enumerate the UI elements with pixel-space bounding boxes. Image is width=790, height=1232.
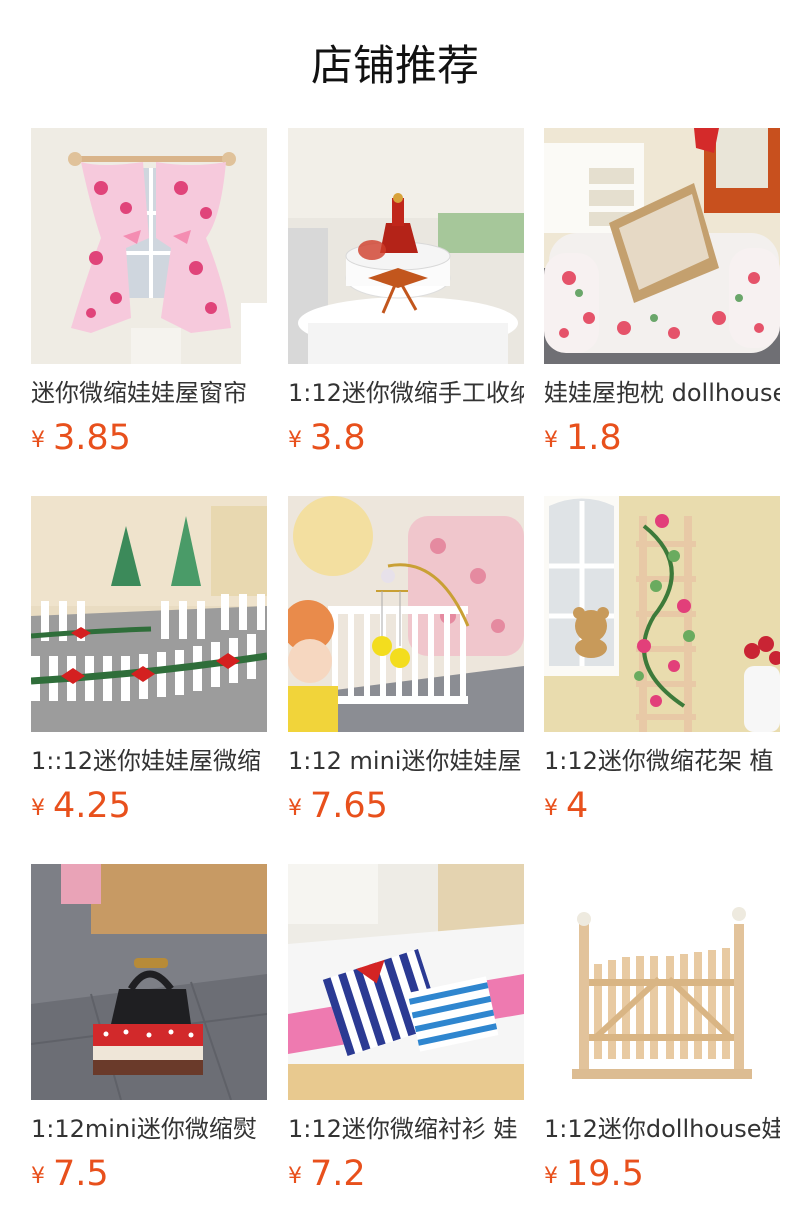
- product-image-sofa-pillow[interactable]: [544, 128, 780, 364]
- product-name[interactable]: 1:12迷你dollhouse娃: [544, 1112, 780, 1146]
- product-name[interactable]: 1:12 mini迷你娃娃屋: [288, 744, 524, 778]
- product-price: ¥3.8: [288, 416, 366, 460]
- product-name[interactable]: 1:12迷你微缩花架 植: [544, 744, 780, 778]
- currency-symbol: ¥: [288, 428, 302, 453]
- product-name[interactable]: 1::12迷你娃娃屋微缩: [31, 744, 267, 778]
- price-amount: 3.85: [53, 418, 131, 458]
- product-image-crib-mobile[interactable]: [288, 496, 524, 732]
- price-amount: 7.65: [310, 786, 388, 826]
- product-card[interactable]: 1:12迷你微缩衬衫 娃 ¥7.2: [288, 864, 524, 1194]
- product-card[interactable]: 1:12 mini迷你娃娃屋 ¥7.65: [288, 496, 524, 826]
- product-card[interactable]: 1:12迷你微缩花架 植 ¥4: [544, 496, 780, 826]
- product-name[interactable]: 娃娃屋抱枕 dollhouse: [544, 376, 780, 410]
- product-card[interactable]: 1:12迷你dollhouse娃 ¥19.5: [544, 864, 780, 1194]
- product-price: ¥4: [544, 784, 588, 828]
- currency-symbol: ¥: [31, 428, 45, 453]
- price-amount: 7.2: [310, 1154, 366, 1194]
- currency-symbol: ¥: [544, 796, 558, 821]
- price-amount: 4: [566, 786, 589, 826]
- product-image-shirts[interactable]: [288, 864, 524, 1100]
- product-card[interactable]: 1:12mini迷你微缩熨 ¥7.5: [31, 864, 267, 1194]
- currency-symbol: ¥: [31, 1164, 45, 1189]
- product-card[interactable]: 1::12迷你娃娃屋微缩 ¥4.25: [31, 496, 267, 826]
- price-amount: 1.8: [566, 418, 622, 458]
- currency-symbol: ¥: [288, 796, 302, 821]
- product-image-iron[interactable]: [31, 864, 267, 1100]
- currency-symbol: ¥: [544, 1164, 558, 1189]
- product-price: ¥4.25: [31, 784, 131, 828]
- product-name[interactable]: 迷你微缩娃娃屋窗帘: [31, 376, 267, 410]
- product-name[interactable]: 1:12迷你微缩衬衫 娃: [288, 1112, 524, 1146]
- product-image-christmas-fence[interactable]: [31, 496, 267, 732]
- product-image-rose-trellis[interactable]: [544, 496, 780, 732]
- product-price: ¥3.85: [31, 416, 131, 460]
- product-image-wooden-gate[interactable]: [544, 864, 780, 1100]
- product-price: ¥7.2: [288, 1152, 366, 1196]
- product-price: ¥7.5: [31, 1152, 109, 1196]
- currency-symbol: ¥: [288, 1164, 302, 1189]
- product-name[interactable]: 1:12迷你微缩手工收纳: [288, 376, 524, 410]
- section-title: 店铺推荐: [310, 41, 479, 90]
- product-card[interactable]: 娃娃屋抱枕 dollhouse ¥1.8: [544, 128, 780, 458]
- currency-symbol: ¥: [544, 428, 558, 453]
- price-amount: 4.25: [53, 786, 131, 826]
- price-amount: 3.8: [310, 418, 366, 458]
- product-price: ¥1.8: [544, 416, 622, 460]
- price-amount: 7.5: [53, 1154, 109, 1194]
- product-image-curtain[interactable]: [31, 128, 267, 364]
- product-card[interactable]: 迷你微缩娃娃屋窗帘 ¥3.85: [31, 128, 267, 458]
- product-name[interactable]: 1:12mini迷你微缩熨: [31, 1112, 267, 1146]
- price-amount: 19.5: [566, 1154, 644, 1194]
- product-image-basket[interactable]: [288, 128, 524, 364]
- currency-symbol: ¥: [31, 796, 45, 821]
- product-price: ¥7.65: [288, 784, 388, 828]
- product-price: ¥19.5: [544, 1152, 644, 1196]
- product-card[interactable]: 1:12迷你微缩手工收纳 ¥3.8: [288, 128, 524, 458]
